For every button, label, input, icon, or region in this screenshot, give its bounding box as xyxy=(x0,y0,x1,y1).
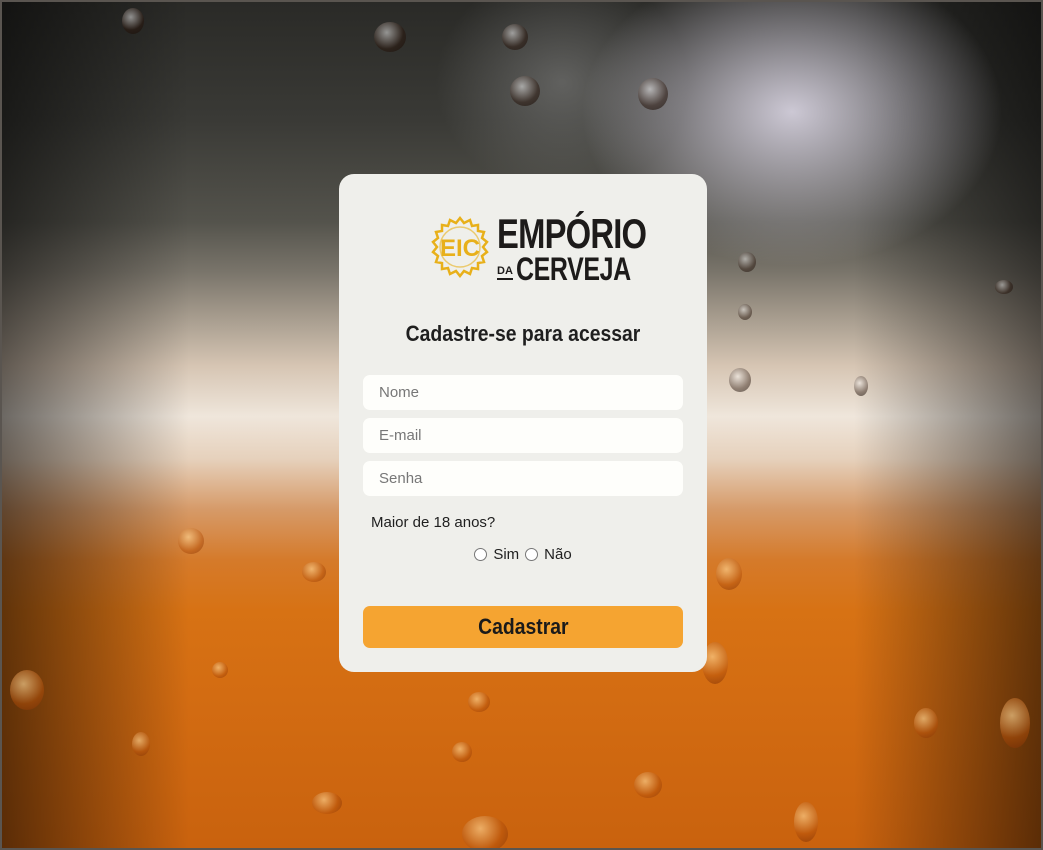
droplet xyxy=(212,662,228,678)
droplet xyxy=(995,280,1013,294)
page-frame: EIC EMPÓRIO DA CERVEJA Cadastre-se para … xyxy=(0,0,1043,850)
droplet xyxy=(854,376,868,396)
age-option-no[interactable]: Não xyxy=(525,546,572,563)
brand-prefix: DA xyxy=(497,266,513,280)
email-input[interactable] xyxy=(363,418,683,453)
droplet xyxy=(738,252,756,272)
droplet xyxy=(1000,698,1030,748)
droplet xyxy=(914,708,938,738)
name-input[interactable] xyxy=(363,375,683,410)
signup-button-label: Cadastrar xyxy=(477,614,569,639)
svg-text:EIC: EIC xyxy=(440,235,480,262)
droplet xyxy=(312,792,342,814)
age-option-no-label: Não xyxy=(544,546,572,563)
age-radio-yes[interactable] xyxy=(474,548,488,561)
form-title: Cadastre-se para acessar xyxy=(405,321,641,346)
droplet xyxy=(468,692,490,712)
droplet xyxy=(634,772,662,798)
droplet xyxy=(638,78,668,110)
droplet xyxy=(10,670,44,710)
droplet xyxy=(738,304,752,320)
droplet xyxy=(510,76,540,106)
badge-icon: EIC xyxy=(431,216,489,278)
droplet xyxy=(302,562,326,582)
password-input[interactable] xyxy=(363,461,683,496)
age-radio-group: Sim Não xyxy=(339,546,707,563)
brand-logo: EIC EMPÓRIO DA CERVEJA xyxy=(429,210,647,287)
droplet xyxy=(462,816,508,848)
droplet xyxy=(122,8,144,34)
droplet xyxy=(716,558,742,590)
signup-button[interactable]: Cadastrar xyxy=(363,606,683,648)
signup-card: EIC EMPÓRIO DA CERVEJA Cadastre-se para … xyxy=(339,174,707,672)
droplet xyxy=(374,22,406,52)
age-option-yes-label: Sim xyxy=(493,546,520,563)
droplet xyxy=(729,368,751,392)
brand-name-line2: DA CERVEJA xyxy=(497,252,663,286)
brand-name-cerveja: CERVEJA xyxy=(515,251,631,287)
droplet xyxy=(178,528,204,554)
droplet xyxy=(502,24,528,50)
age-option-yes[interactable]: Sim xyxy=(474,546,519,563)
droplet xyxy=(132,732,150,756)
droplet xyxy=(794,802,818,842)
droplet xyxy=(452,742,472,762)
age-radio-no[interactable] xyxy=(525,548,539,561)
age-question-label: Maior de 18 anos? xyxy=(371,514,496,531)
